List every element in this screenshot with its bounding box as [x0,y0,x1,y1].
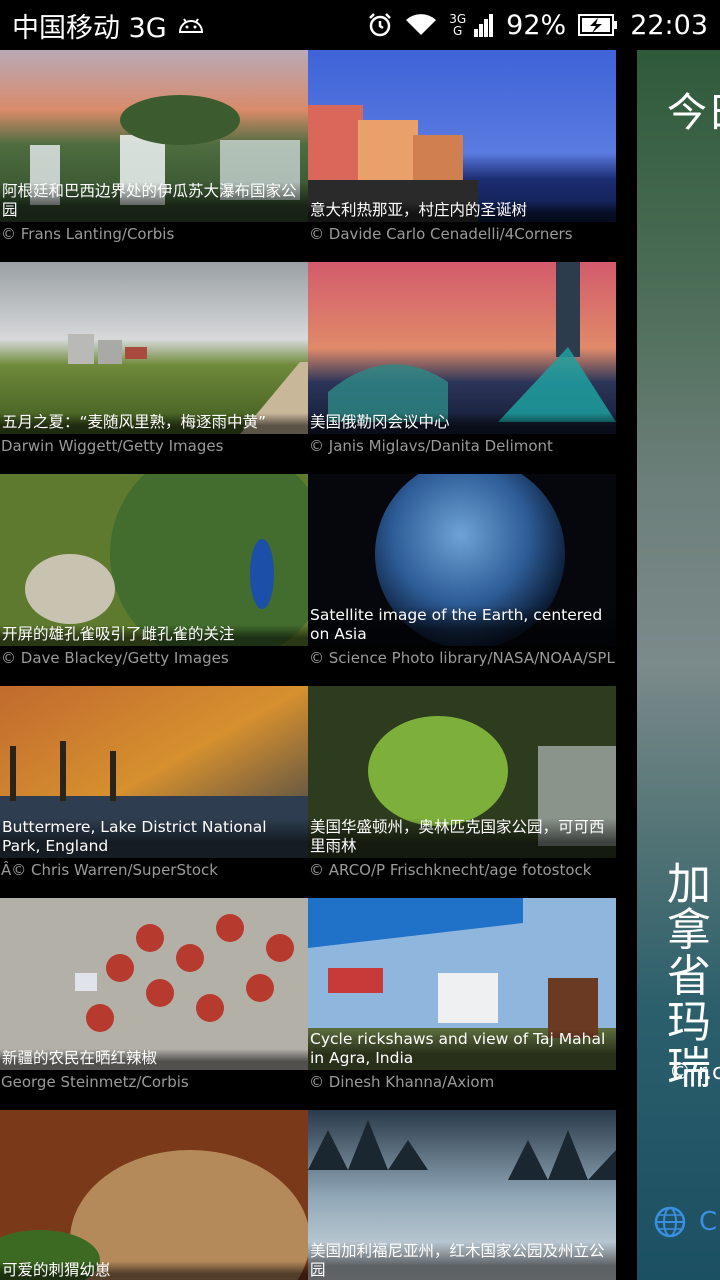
wallpaper-caption: 五月之夏：“麦随风里熟，梅逐雨中黄” [0,413,308,434]
network-type-badge: 3G G [449,13,466,37]
panel-location-line-2: 省 [667,951,711,1002]
wallpaper-credit: George Steinmetz/Corbis [1,1073,189,1091]
wallpaper-credit: © ARCO/P Frischknecht/age fotostock [309,861,592,879]
wallpaper-caption: 意大利热那亚，村庄内的圣诞树 [308,201,616,222]
battery-percent: 92% [506,9,567,41]
wallpaper-caption: Satellite image of the Earth, centered o… [308,606,616,646]
wallpaper-tile[interactable]: Cycle rickshaws and view of Taj Mahal in… [308,898,616,1110]
wallpaper-credit: Â© Chris Warren/SuperStock [1,861,218,879]
wallpaper-tile[interactable]: 可爱的刺猬幼崽 [0,1110,308,1280]
wallpaper-grid: 阿根廷和巴西边界处的伊瓜苏大瀑布国家公园 © Frans Lanting/Cor… [0,50,618,1280]
wallpaper-thumbnail [0,1110,308,1280]
android-debug-icon [177,16,205,34]
wallpaper-caption: 美国俄勒冈会议中心 [308,413,616,434]
status-bar: 中国移动 3G 3G G 92% 22:03 [0,0,720,50]
panel-location-line-1: 加拿 [667,859,711,956]
wallpaper-caption: Cycle rickshaws and view of Taj Mahal in… [308,1030,616,1070]
wallpaper-tile[interactable]: 阿根廷和巴西边界处的伊瓜苏大瀑布国家公园 © Frans Lanting/Cor… [0,50,308,262]
alarm-icon [367,12,393,38]
wallpaper-tile[interactable]: 开屏的雄孔雀吸引了雌孔雀的关注 © Dave Blackey/Getty Ima… [0,474,308,686]
wallpaper-thumbnail [0,262,308,434]
wallpaper-credit: © Frans Lanting/Corbis [1,225,175,243]
wifi-icon [405,13,437,37]
wallpaper-tile[interactable]: 五月之夏：“麦随风里熟，梅逐雨中黄” Darwin Wiggett/Getty … [0,262,308,474]
battery-charging-icon [578,13,618,37]
wallpaper-caption: 阿根廷和巴西边界处的伊瓜苏大瀑布国家公园 [0,182,308,222]
wallpaper-caption: 美国加利福尼亚州，红木国家公园及州立公园 [308,1242,616,1280]
wallpaper-tile[interactable]: Satellite image of the Earth, centered o… [308,474,616,686]
wallpaper-credit: © Janis Miglavs/Danita Delimont [309,437,553,455]
wallpaper-tile[interactable]: 美国俄勒冈会议中心 © Janis Miglavs/Danita Delimon… [308,262,616,474]
signal-icon [474,13,494,37]
wallpaper-credit: © Dave Blackey/Getty Images [1,649,229,667]
wallpaper-thumbnail [0,474,308,646]
wallpaper-caption: 开屏的雄孔雀吸引了雌孔雀的关注 [0,625,308,646]
wallpaper-caption: Buttermere, Lake District National Park,… [0,818,308,858]
wallpaper-caption: 美国华盛顿州，奥林匹克国家公园，可可西里雨林 [308,818,616,858]
clock-time: 22:03 [630,9,708,41]
network-type-bottom: G [453,24,463,38]
today-wallpaper-panel[interactable]: 今日 加拿 省 玛瑞 © r.c C [637,50,720,1280]
wallpaper-caption: 可爱的刺猬幼崽 [0,1261,308,1280]
panel-location-text: 加拿 省 玛瑞 [667,862,720,1092]
wallpaper-credit: © Dinesh Khanna/Axiom [309,1073,495,1091]
wallpaper-tile[interactable]: 新疆的农民在晒红辣椒 George Steinmetz/Corbis [0,898,308,1110]
wallpaper-tile[interactable]: Buttermere, Lake District National Park,… [0,686,308,898]
wallpaper-tile[interactable]: 意大利热那亚，村庄内的圣诞树 © Davide Carlo Cenadelli/… [308,50,616,262]
panel-link[interactable]: C [699,1207,717,1237]
wallpaper-thumbnail [308,50,616,222]
wallpaper-tile[interactable]: 美国加利福尼亚州，红木国家公园及州立公园 [308,1110,616,1280]
wallpaper-caption: 新疆的农民在晒红辣椒 [0,1049,308,1070]
panel-credit: © r.c [669,1060,720,1085]
wallpaper-credit: Darwin Wiggett/Getty Images [1,437,224,455]
wallpaper-thumbnail [308,262,616,434]
carrier-label: 中国移动 3G [12,12,167,44]
wallpaper-thumbnail [0,898,308,1070]
panel-title: 今日 [667,90,720,136]
wallpaper-credit: © Davide Carlo Cenadelli/4Corners [309,225,573,243]
wallpaper-credit: © Science Photo library/NASA/NOAA/SPL [309,649,615,667]
wallpaper-tile[interactable]: 美国华盛顿州，奥林匹克国家公园，可可西里雨林 © ARCO/P Frischkn… [308,686,616,898]
globe-icon[interactable] [653,1205,687,1243]
